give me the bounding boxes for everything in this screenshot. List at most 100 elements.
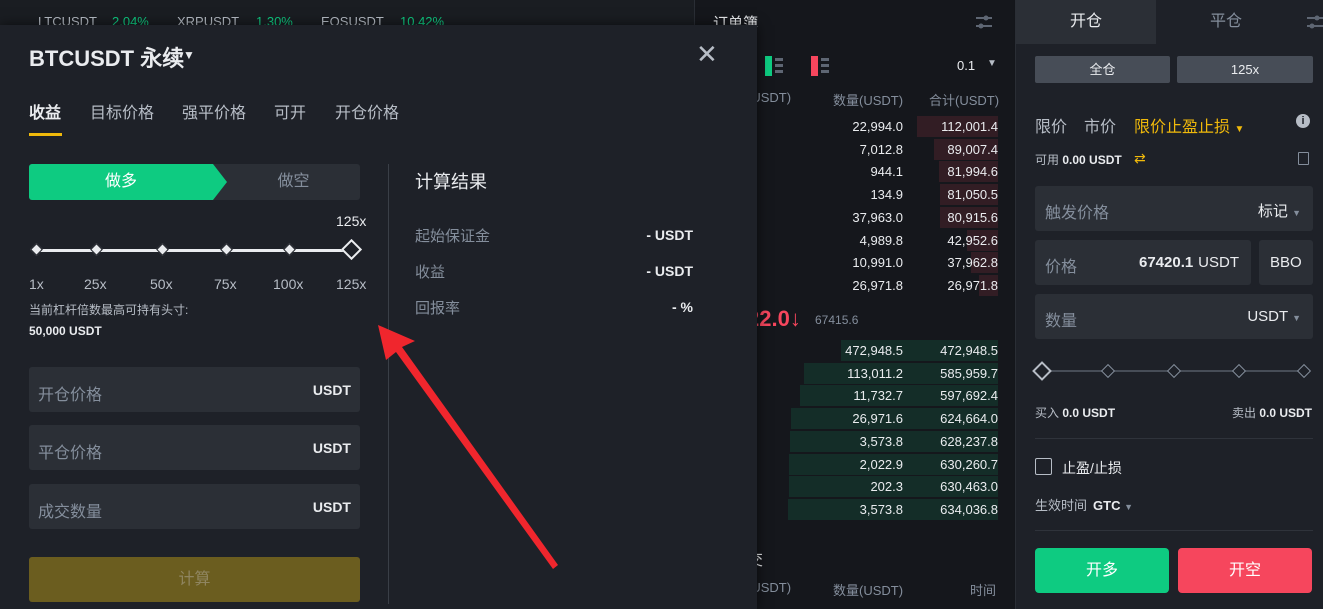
leverage-button[interactable]: 125x [1177, 56, 1313, 83]
long-button[interactable]: 做多 [29, 164, 213, 200]
trades-col-time: 时间 [970, 583, 997, 598]
entry-price-input[interactable]: 开仓价格 USDT [29, 367, 360, 412]
row-total: 81,994.6 [947, 164, 998, 180]
order-type-limit[interactable]: 限价 [1035, 113, 1067, 137]
tpsl-checkbox[interactable] [1035, 458, 1052, 475]
row-total: 585,959.7 [940, 365, 998, 381]
slider-handle[interactable] [1032, 361, 1052, 381]
row-amount: 3,573.8 [859, 501, 903, 517]
tab-liquidation-price[interactable]: 强平价格 [182, 99, 246, 123]
row-total: 634,036.8 [940, 501, 998, 517]
slider-step[interactable] [90, 243, 103, 256]
leverage-mark[interactable]: 50x [150, 276, 173, 292]
col-amount: 数量(USDT) [833, 93, 904, 108]
bbo-button[interactable]: BBO [1259, 240, 1313, 285]
quantity-unit-select[interactable]: USDT ▼ [1247, 308, 1301, 325]
quantity-slider[interactable] [1032, 360, 1313, 381]
buy-value: 0.0 USDT [1062, 406, 1116, 420]
tab-open-price[interactable]: 开仓价格 [335, 99, 399, 123]
slider-step[interactable] [156, 243, 169, 256]
leverage-mark[interactable]: 75x [214, 276, 237, 292]
row-amount: 10,991.0 [852, 255, 903, 271]
slider-step[interactable] [220, 243, 233, 256]
result-label: 收益 [415, 264, 446, 281]
long-arrow [213, 164, 227, 200]
quantity-field[interactable]: 数量 USDT ▼ [1035, 294, 1313, 339]
row-total: 80,915.6 [947, 209, 998, 225]
slider-handle[interactable] [340, 238, 363, 261]
slider-step[interactable] [30, 243, 43, 256]
result-title: 计算结果 [415, 172, 487, 192]
row-amount: 11,732.7 [853, 388, 903, 404]
calculate-button[interactable]: 计算 [29, 557, 360, 602]
book-view-sell-icon[interactable] [811, 56, 829, 76]
entry-price-unit: USDT [312, 382, 351, 398]
divider [1035, 530, 1313, 531]
settings-icon[interactable] [975, 14, 993, 30]
close-icon[interactable]: ✕ [696, 39, 718, 70]
leverage-slider[interactable] [29, 238, 365, 261]
slider-step[interactable] [1296, 363, 1312, 379]
info-icon[interactable]: i [1296, 114, 1310, 128]
row-total: 472,948.5 [940, 343, 998, 358]
leverage-current: 125x [336, 213, 367, 229]
tab-open[interactable]: 开仓 [1016, 0, 1156, 44]
margin-mode-button[interactable]: 全仓 [1035, 56, 1170, 83]
open-short-button[interactable]: 开空 [1178, 548, 1312, 593]
leverage-mark[interactable]: 100x [273, 276, 303, 292]
calculator-icon[interactable] [1298, 152, 1309, 165]
slider-step[interactable] [1231, 363, 1247, 379]
calculator-modal: BTCUSDT 永续 ▼ ✕ 收益 目标价格 强平价格 可开 开仓价格 做多 做… [0, 25, 757, 609]
divider [1035, 438, 1313, 439]
tab-close[interactable]: 平仓 [1156, 0, 1296, 44]
price-value[interactable]: 67420.1 [1139, 254, 1193, 271]
row-amount: 202.3 [870, 479, 903, 495]
slider-step[interactable] [283, 243, 296, 256]
quantity-input[interactable]: 成交数量 USDT [29, 484, 360, 529]
caret-down-icon: ▼ [1124, 502, 1134, 512]
precision-select[interactable]: 0.1 [957, 58, 975, 73]
settings-icon[interactable] [1306, 14, 1323, 30]
transfer-icon[interactable]: ⇄ [1134, 150, 1146, 167]
exit-price-input[interactable]: 平仓价格 USDT [29, 425, 360, 470]
price-field[interactable]: 价格 67420.1 USDT [1035, 240, 1251, 285]
short-button[interactable]: 做空 [227, 164, 360, 200]
time-in-force[interactable]: 生效时间 GTC ▼ [1035, 495, 1133, 514]
caret-down-icon[interactable]: ▼ [183, 48, 195, 62]
leverage-mark[interactable]: 25x [84, 276, 107, 292]
tab-target-price[interactable]: 目标价格 [90, 99, 154, 123]
row-amount: 944.1 [870, 164, 903, 180]
tab-pnl[interactable]: 收益 [29, 99, 61, 123]
row-total: 597,692.4 [940, 388, 998, 404]
open-long-button[interactable]: 开多 [1035, 548, 1169, 593]
trigger-price-field[interactable]: 触发价格 标记 ▼ [1035, 186, 1313, 231]
price-label: 价格 [1045, 259, 1078, 276]
buy-amount: 买入 0.0 USDT [1035, 404, 1115, 421]
book-view-buy-icon[interactable] [765, 56, 783, 76]
chevron-down-icon[interactable]: ▼ [987, 58, 997, 69]
tab-max-open[interactable]: 可开 [274, 99, 306, 123]
row-amount: 134.9 [870, 187, 903, 203]
available-value: 0.00 USDT [1062, 153, 1122, 167]
row-total: 42,952.6 [947, 232, 998, 248]
order-type-market[interactable]: 市价 [1084, 113, 1116, 137]
order-type-stop-limit-label: 限价止盈止损 [1134, 119, 1231, 136]
sell-value: 0.0 USDT [1259, 406, 1312, 420]
row-amount: 7,012.8 [859, 141, 903, 157]
quantity-label: 成交数量 [38, 504, 103, 521]
slider-step[interactable] [1166, 363, 1182, 379]
row-total: 89,007.4 [947, 141, 998, 157]
leverage-mark[interactable]: 125x [336, 276, 366, 292]
slider-step[interactable] [1100, 363, 1116, 379]
trigger-type-select[interactable]: 标记 ▼ [1258, 200, 1301, 221]
row-amount: 472,948.5 [845, 343, 903, 358]
order-type-stop-limit[interactable]: 限价止盈止损 ▼ [1134, 113, 1244, 137]
leverage-mark[interactable]: 1x [29, 276, 44, 292]
slider-track [35, 249, 353, 252]
modal-title[interactable]: BTCUSDT 永续 [29, 41, 184, 73]
sell-amount: 卖出 0.0 USDT [1232, 404, 1312, 421]
tpsl-label[interactable]: 止盈/止损 [1062, 458, 1122, 478]
quantity-label: 数量 [1045, 313, 1078, 330]
row-total: 26,971.8 [947, 277, 998, 293]
leverage-note: 当前杠杆倍数最高可持有头寸: [29, 303, 189, 317]
